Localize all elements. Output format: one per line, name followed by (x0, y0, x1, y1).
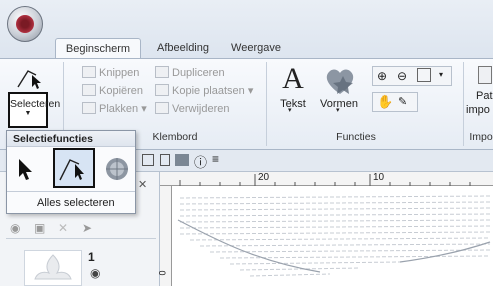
panel-toolbar: ◉ ▣ ✕ ➤ (6, 220, 156, 239)
clipboard-group-label: Klembord (152, 131, 198, 143)
point-select-tool[interactable] (53, 148, 95, 188)
help-icon[interactable]: ⓘ (194, 152, 207, 171)
trash-icon (155, 102, 169, 114)
place-copy-label: Kopie plaatsen (172, 85, 245, 97)
import-icon[interactable] (478, 66, 492, 84)
pan-controls: ✋ ✎ (372, 92, 418, 112)
delete-label: Verwijderen (172, 103, 230, 115)
measure-icon[interactable]: ✎ (398, 95, 407, 108)
place-copy-button[interactable]: Kopie plaatsen ▾ (155, 82, 253, 100)
import-group-label: Impo (469, 131, 493, 143)
zoom-out-icon[interactable]: ⊖ (397, 69, 407, 83)
eye-icon[interactable]: ◉ (10, 221, 20, 235)
select-button-label: Selecteren (10, 98, 61, 110)
import-label-2[interactable]: impo (466, 104, 490, 116)
close-icon[interactable]: ✕ (138, 178, 147, 191)
separator (266, 62, 267, 146)
popup-divider (7, 191, 135, 192)
arrow-select-icon[interactable] (11, 155, 37, 183)
chevron-down-icon: ▾ (336, 107, 340, 114)
cut-label: Knippen (99, 67, 140, 79)
import-label-1[interactable]: Pat (476, 90, 493, 102)
customize-toolbar-icon[interactable]: ≡ (212, 152, 219, 166)
lock-icon[interactable]: ▣ (34, 221, 45, 235)
select-functions-popup: Selectiefuncties Alles selecteren (6, 130, 136, 214)
app-menu-icon[interactable] (7, 6, 43, 42)
text-tool-icon[interactable]: A (276, 64, 310, 94)
chevron-down-icon: ▼ (24, 110, 32, 117)
ruler-mark-0: 0 (157, 270, 168, 276)
tab-weergave[interactable]: Weergave (224, 38, 288, 58)
place-copy-icon (155, 84, 169, 96)
object-thumbnail[interactable] (24, 250, 82, 286)
view-icon[interactable] (142, 154, 154, 166)
tab-afbeelding[interactable]: Afbeelding (148, 38, 218, 58)
select-all-item[interactable]: Alles selecteren (37, 195, 133, 211)
paste-button[interactable]: Plakken ▾ (82, 100, 147, 118)
object-number: 1 (88, 250, 95, 264)
vertical-ruler: 0 (157, 186, 172, 286)
delete-button[interactable]: Verwijderen (155, 100, 229, 118)
text-button-label[interactable]: Tekst (272, 98, 314, 110)
functions-group-label: Functies (336, 131, 376, 143)
delete-icon[interactable]: ✕ (58, 221, 68, 235)
cut-button[interactable]: Knippen (82, 64, 139, 82)
copy-label: Kopiëren (99, 85, 144, 97)
page-icon[interactable] (160, 154, 170, 166)
chevron-down-icon: ▾ (288, 107, 292, 114)
layout-icon[interactable] (175, 154, 189, 166)
select-button[interactable]: Selecteren ▼ (8, 92, 61, 128)
eye-icon[interactable]: ◉ (90, 266, 100, 280)
chevron-down-icon[interactable]: ▾ (439, 70, 443, 79)
duplicate-label: Dupliceren (172, 67, 225, 79)
ruler-mark-10: 10 (373, 172, 385, 183)
design-canvas[interactable] (160, 172, 493, 286)
paste-label: Plakken (99, 103, 139, 115)
tab-beginscherm[interactable]: Beginscherm (55, 38, 141, 58)
zoom-in-icon[interactable]: ⊕ (377, 69, 387, 83)
duplicate-icon (155, 66, 169, 78)
horizontal-ruler: 20 10 (160, 172, 493, 186)
separator (463, 62, 464, 146)
lasso-select-icon[interactable] (103, 155, 131, 183)
popup-title: Selectiefuncties (7, 131, 135, 147)
pointer-icon[interactable]: ➤ (82, 221, 92, 235)
duplicate-button[interactable]: Dupliceren (155, 64, 225, 82)
shapes-heart-icon[interactable] (322, 64, 358, 96)
copy-button[interactable]: Kopiëren (82, 82, 143, 100)
select-tool-icon[interactable] (14, 63, 46, 91)
paste-icon (82, 102, 96, 114)
zoom-controls: ⊕ ⊖ ▾ (372, 66, 452, 86)
scissors-icon (82, 66, 96, 78)
copy-icon (82, 84, 96, 96)
hand-pan-icon[interactable]: ✋ (377, 94, 393, 110)
ruler-mark-20: 20 (258, 172, 270, 183)
zoom-fit-icon[interactable] (417, 68, 431, 82)
